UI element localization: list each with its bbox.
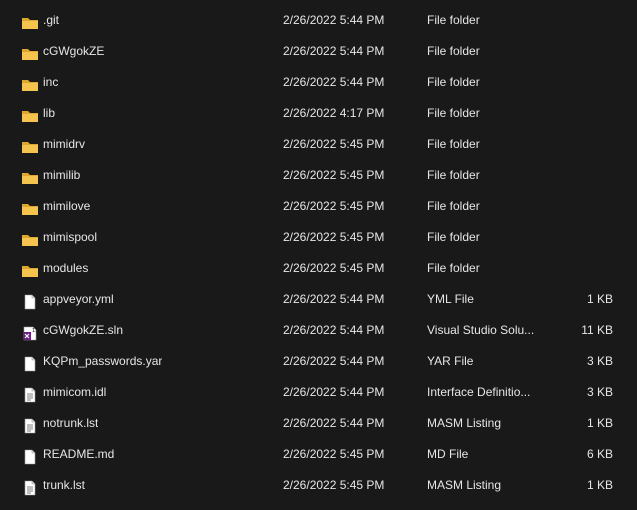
date-modified: 2/26/2022 5:44 PM [283,44,385,58]
file-type: MD File [427,447,469,461]
file-size: 3 KB [586,385,613,399]
visual-studio-solution-icon: 11 [21,322,39,341]
file-row-git[interactable]: .git 2/26/2022 5:44 PM File folder [0,5,637,36]
folder-icon [21,12,39,29]
file-type: File folder [427,75,480,89]
file-name: trunk.lst [43,478,86,492]
date-modified: 2/26/2022 5:45 PM [283,478,385,492]
text-file-icon [21,477,39,496]
folder-icon [21,105,39,122]
file-name: lib [43,106,56,120]
file-name: notrunk.lst [43,416,99,430]
date-modified: 2/26/2022 5:44 PM [283,323,385,337]
text-file-icon [21,415,39,434]
date-modified: 2/26/2022 5:45 PM [283,230,385,244]
file-name: KQPm_passwords.yar [43,354,163,368]
file-type: YML File [427,292,474,306]
file-size: 6 KB [586,447,613,461]
folder-icon [21,136,39,153]
date-modified: 2/26/2022 5:45 PM [283,199,385,213]
file-icon [21,353,39,372]
file-row-mimilove[interactable]: mimilove 2/26/2022 5:45 PM File folder [0,191,637,222]
file-icon [21,446,39,465]
file-type: File folder [427,261,480,275]
file-row-lib[interactable]: lib 2/26/2022 4:17 PM File folder [0,98,637,129]
svg-text:11: 11 [32,328,38,334]
file-type: Visual Studio Solu... [427,323,535,337]
file-type: Interface Definitio... [427,385,531,399]
file-name: README.md [43,447,115,461]
file-name: mimilove [43,199,91,213]
file-size: 1 KB [586,478,613,492]
file-type: File folder [427,230,480,244]
file-row-trunk-lst[interactable]: trunk.lst 2/26/2022 5:45 PM MASM Listing 1 … [0,470,637,501]
text-file-icon [21,384,39,403]
file-size: 3 KB [586,354,613,368]
folder-icon [21,198,39,215]
file-name: cGWgokZE [43,44,105,58]
file-name: appveyor.yml [43,292,114,306]
file-row-kqpm-passwords-yar[interactable]: KQPm_passwords.yar 2/26/2022 5:44 PM YAR F… [0,346,637,377]
date-modified: 2/26/2022 5:44 PM [283,354,385,368]
file-name: mimicom.idl [43,385,107,399]
file-row-mimicom-idl[interactable]: mimicom.idl 2/26/2022 5:44 PM Interface De… [0,377,637,408]
file-row-modules[interactable]: modules 2/26/2022 5:45 PM File folder [0,253,637,284]
file-type: YAR File [427,354,474,368]
date-modified: 2/26/2022 5:45 PM [283,447,385,461]
file-type: File folder [427,199,480,213]
date-modified: 2/26/2022 4:17 PM [283,106,385,120]
file-type: MASM Listing [427,478,502,492]
file-type: File folder [427,44,480,58]
date-modified: 2/26/2022 5:44 PM [283,13,385,27]
file-name: modules [43,261,89,275]
date-modified: 2/26/2022 5:45 PM [283,168,385,182]
file-row-cgwgokze[interactable]: cGWgokZE 2/26/2022 5:44 PM File folder [0,36,637,67]
file-list: .git 2/26/2022 5:44 PM File folder cGWgokZE… [0,0,637,510]
folder-icon [21,43,39,60]
folder-icon [21,167,39,184]
file-type: File folder [427,106,480,120]
file-type: MASM Listing [427,416,502,430]
file-name: cGWgokZE.sln [43,323,124,337]
file-row-appveyor-yml[interactable]: appveyor.yml 2/26/2022 5:44 PM YML File 1 K… [0,284,637,315]
file-name: mimilib [43,168,81,182]
folder-icon [21,229,39,246]
file-row-readme-md[interactable]: README.md 2/26/2022 5:45 PM MD File 6 KB [0,439,637,470]
folder-icon [21,74,39,91]
file-name: .git [43,13,60,27]
file-type: File folder [427,13,480,27]
date-modified: 2/26/2022 5:44 PM [283,416,385,430]
folder-icon [21,260,39,277]
date-modified: 2/26/2022 5:45 PM [283,137,385,151]
file-row-mimilib[interactable]: mimilib 2/26/2022 5:45 PM File folder [0,160,637,191]
file-size: 11 KB [581,323,613,337]
date-modified: 2/26/2022 5:44 PM [283,292,385,306]
file-name: mimispool [43,230,98,244]
file-type: File folder [427,137,480,151]
file-row-notrunk-lst[interactable]: notrunk.lst 2/26/2022 5:44 PM MASM Listing… [0,408,637,439]
file-name: inc [43,75,59,89]
file-size: 1 KB [586,416,613,430]
file-icon [21,291,39,310]
date-modified: 2/26/2022 5:45 PM [283,261,385,275]
date-modified: 2/26/2022 5:44 PM [283,385,385,399]
file-row-mimispool[interactable]: mimispool 2/26/2022 5:45 PM File folder [0,222,637,253]
file-size: 1 KB [586,292,613,306]
date-modified: 2/26/2022 5:44 PM [283,75,385,89]
file-name: mimidrv [43,137,85,151]
file-type: File folder [427,168,480,182]
file-row-mimidrv[interactable]: mimidrv 2/26/2022 5:45 PM File folder [0,129,637,160]
file-row-cgwgokze-sln[interactable]: 11 cGWgokZE.sln 2/26/2022 5:44 PM Visual St… [0,315,637,346]
file-row-inc[interactable]: inc 2/26/2022 5:44 PM File folder [0,67,637,98]
